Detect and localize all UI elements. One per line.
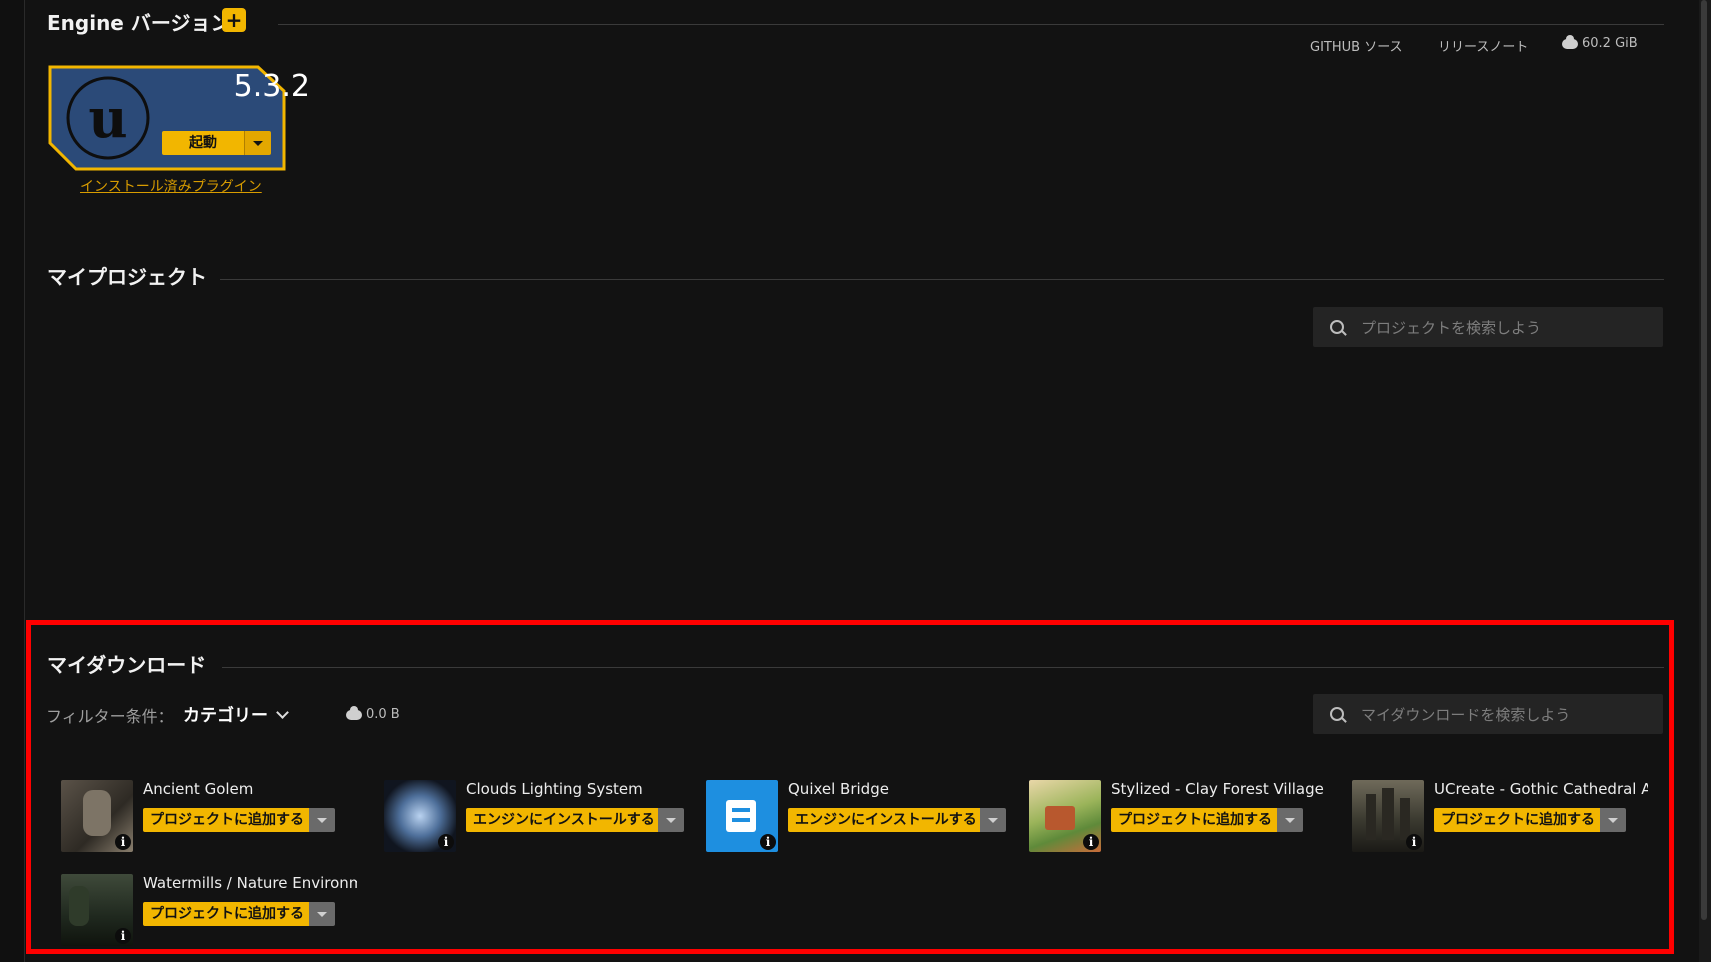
add-to-project-button[interactable]: プロジェクトに追加する — [1111, 808, 1279, 832]
project-search-box[interactable] — [1313, 307, 1663, 349]
asset-name: UCreate - Gothic Cathedral A — [1434, 780, 1648, 798]
install-to-engine-button[interactable]: エンジンにインストールする — [788, 808, 984, 832]
filter-label: フィルター条件： — [46, 707, 174, 726]
github-source-link[interactable]: GITHUB ソース — [1310, 36, 1403, 55]
asset-thumbnail[interactable]: i — [1352, 780, 1424, 852]
asset-item-ucreate-gothic-cathedral[interactable]: i UCreate - Gothic Cathedral A プロジェクトに追加… — [1352, 780, 1672, 860]
launch-button[interactable]: 起動 — [162, 131, 244, 155]
asset-options-dropdown[interactable] — [1277, 808, 1303, 832]
info-icon[interactable]: i — [1406, 834, 1422, 850]
asset-thumbnail[interactable]: i — [1029, 780, 1101, 852]
search-icon — [1330, 320, 1344, 334]
release-notes-link[interactable]: リリースノート — [1438, 36, 1528, 55]
cloud-icon — [346, 705, 362, 720]
storage-info: 60.2 GiB — [1562, 34, 1638, 51]
asset-name: Ancient Golem — [143, 780, 254, 798]
project-search-input[interactable] — [1359, 307, 1653, 349]
info-icon[interactable]: i — [438, 834, 454, 850]
asset-name: Clouds Lighting System — [466, 780, 643, 798]
asset-item-quixel-bridge[interactable]: i Quixel Bridge エンジンにインストールする — [706, 780, 1026, 860]
projects-section-title: マイプロジェクト — [47, 265, 207, 289]
asset-options-dropdown[interactable] — [658, 808, 684, 832]
info-icon[interactable]: i — [115, 834, 131, 850]
category-filter-value: カテゴリー — [183, 706, 268, 726]
info-icon[interactable]: i — [1083, 834, 1099, 850]
downloads-divider — [222, 667, 1664, 668]
scrollbar[interactable] — [1699, 0, 1711, 962]
asset-options-dropdown[interactable] — [309, 808, 335, 832]
asset-options-dropdown[interactable] — [980, 808, 1006, 832]
launch-options-dropdown[interactable] — [244, 131, 271, 155]
search-icon — [1330, 707, 1344, 721]
add-to-project-button[interactable]: プロジェクトに追加する — [143, 902, 311, 926]
asset-options-dropdown[interactable] — [309, 902, 335, 926]
asset-thumbnail[interactable]: i — [706, 780, 778, 852]
plus-icon: + — [225, 8, 243, 32]
engine-section-title: Engine バージョン — [47, 11, 231, 35]
engine-card[interactable]: u 5.3.2 起動 — [48, 65, 310, 171]
add-engine-button[interactable]: + — [222, 8, 246, 32]
installed-plugins-link[interactable]: インストール済みプラグイン — [80, 176, 262, 196]
asset-item-stylized-clay-forest-village[interactable]: i Stylized - Clay Forest Village プロジェクトに… — [1029, 780, 1349, 860]
install-to-engine-button[interactable]: エンジンにインストールする — [466, 808, 662, 832]
chevron-down-icon — [276, 706, 289, 719]
asset-options-dropdown[interactable] — [1600, 808, 1626, 832]
download-size-info: 0.0 B — [346, 705, 400, 722]
projects-divider — [220, 279, 1664, 280]
svg-text:u: u — [88, 86, 127, 150]
engine-divider — [278, 24, 1664, 25]
asset-name: Stylized - Clay Forest Village — [1111, 780, 1324, 798]
asset-item-ancient-golem[interactable]: i Ancient Golem プロジェクトに追加する — [61, 780, 381, 860]
engine-version: 5.3.2 — [233, 69, 310, 104]
cloud-icon — [1562, 34, 1578, 49]
asset-thumbnail[interactable]: i — [384, 780, 456, 852]
asset-thumbnail[interactable]: i — [61, 874, 133, 946]
download-search-box[interactable] — [1313, 694, 1663, 736]
left-panel-edge — [0, 0, 25, 962]
asset-thumbnail[interactable]: i — [61, 780, 133, 852]
downloads-section-title: マイダウンロード — [47, 653, 207, 677]
download-search-input[interactable] — [1359, 694, 1653, 736]
asset-name: Watermills / Nature Environm — [143, 874, 357, 892]
category-filter-dropdown[interactable]: カテゴリー — [183, 701, 289, 726]
add-to-project-button[interactable]: プロジェクトに追加する — [143, 808, 311, 832]
asset-item-clouds-lighting-system[interactable]: i Clouds Lighting System エンジンにインストールする — [384, 780, 704, 860]
download-size: 0.0 B — [366, 707, 400, 722]
info-icon[interactable]: i — [760, 834, 776, 850]
asset-item-watermills-nature-environment[interactable]: i Watermills / Nature Environm プロジェクトに追加… — [61, 874, 381, 954]
scrollbar-thumb[interactable] — [1701, 0, 1707, 920]
asset-name: Quixel Bridge — [788, 780, 889, 798]
info-icon[interactable]: i — [115, 928, 131, 944]
add-to-project-button[interactable]: プロジェクトに追加する — [1434, 808, 1602, 832]
storage-size: 60.2 GiB — [1582, 36, 1638, 51]
